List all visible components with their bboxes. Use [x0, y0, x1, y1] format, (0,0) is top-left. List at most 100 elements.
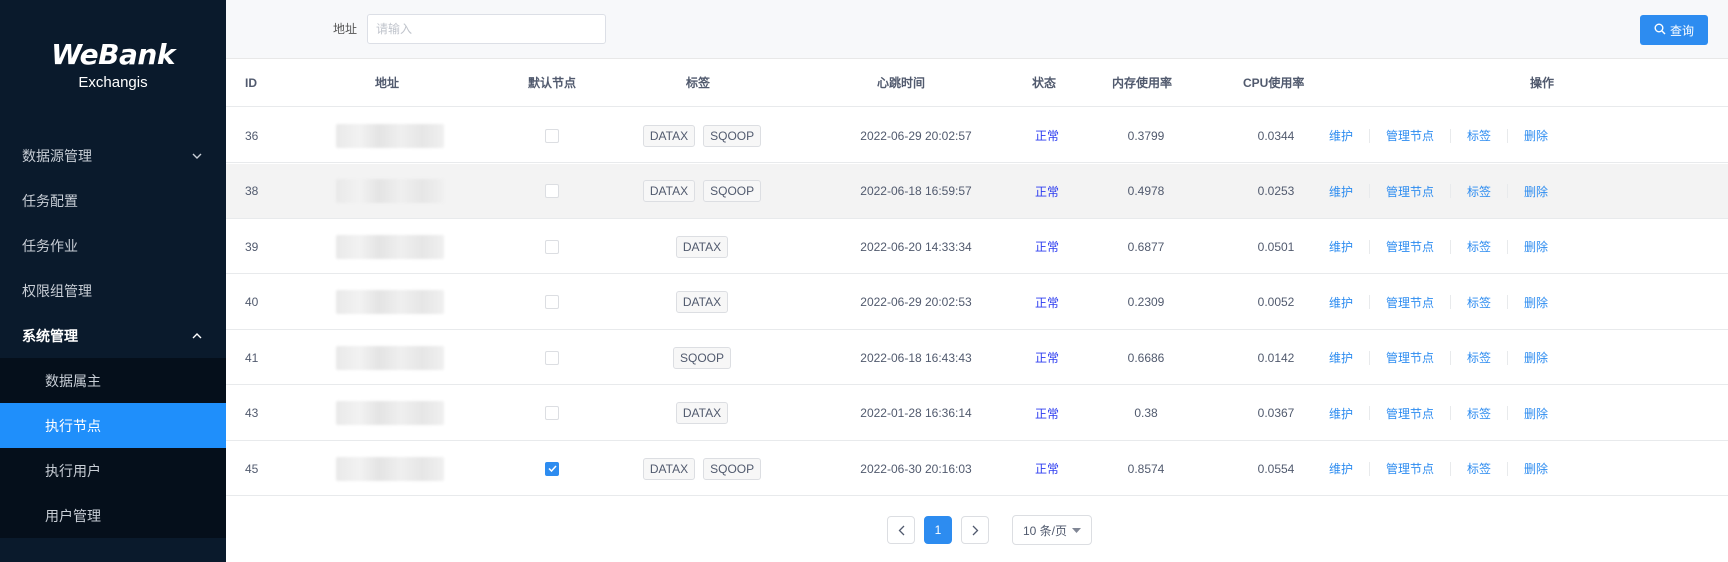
sidebar-item-exec-users[interactable]: 执行用户: [0, 448, 226, 493]
manage-node-link[interactable]: 管理节点: [1386, 238, 1434, 255]
cell-tags: DATAX: [622, 386, 782, 441]
maintain-link[interactable]: 维护: [1329, 238, 1353, 255]
delete-link[interactable]: 删除: [1524, 294, 1548, 311]
action-divider: [1450, 128, 1452, 143]
sidebar-item-task-config[interactable]: 任务配置: [0, 178, 226, 223]
cell-default-node: [532, 219, 572, 274]
maintain-link[interactable]: 维护: [1329, 405, 1353, 422]
tag-link[interactable]: 标签: [1467, 349, 1491, 366]
action-divider: [1450, 406, 1452, 420]
cell-id: 36: [245, 128, 259, 143]
manage-node-link[interactable]: 管理节点: [1386, 183, 1434, 200]
cell-status: 正常: [1022, 330, 1072, 385]
page-button-1[interactable]: 1: [924, 516, 952, 544]
sidebar-item-system[interactable]: 系统管理: [0, 313, 226, 358]
tag-badge: SQOOP: [672, 346, 731, 369]
tag-link[interactable]: 标签: [1467, 238, 1491, 255]
prev-page-button[interactable]: [887, 516, 915, 544]
delete-link[interactable]: 删除: [1524, 183, 1548, 200]
sidebar-item-user-management[interactable]: 用户管理: [0, 493, 226, 538]
default-node-checkbox[interactable]: [545, 350, 559, 365]
cell-status: 正常: [1022, 275, 1072, 330]
delete-link[interactable]: 删除: [1524, 349, 1548, 366]
cell-id: 41: [245, 350, 259, 365]
cell-default-node: [532, 441, 572, 496]
cell-tags: DATAX SQOOP: [622, 108, 782, 163]
default-node-checkbox[interactable]: [545, 461, 559, 476]
address-redacted: [336, 456, 444, 481]
tag-link[interactable]: 标签: [1467, 405, 1491, 422]
cell-memory: 0.3799: [1127, 128, 1165, 143]
address-search-input[interactable]: [367, 14, 606, 44]
cell-address: [336, 275, 444, 330]
cell-status: 正常: [1022, 219, 1072, 274]
page-size-select[interactable]: 10 条/页: [1012, 515, 1092, 545]
status-badge: 正常: [1034, 129, 1059, 143]
tag-badge: DATAX: [675, 291, 729, 313]
cell-status: 正常: [1022, 441, 1072, 496]
delete-link[interactable]: 删除: [1524, 460, 1548, 477]
cell-default-node: [532, 164, 572, 219]
default-node-checkbox[interactable]: [545, 184, 559, 198]
table-header: ID 地址 默认节点 标签 心跳时间 状态 内存使用率 CPU使用率 操作: [226, 59, 1728, 107]
chevron-up-icon: [190, 329, 204, 343]
cell-heartbeat: 2022-06-20 14:33:34: [860, 239, 972, 254]
cell-actions: 维护 管理节点 标签 删除: [1329, 164, 1548, 219]
sidebar-item-data-owner[interactable]: 数据属主: [0, 358, 226, 403]
address-label: 地址: [333, 22, 358, 36]
maintain-link[interactable]: 维护: [1329, 349, 1353, 366]
cell-address: [336, 108, 444, 163]
action-divider: [1507, 350, 1509, 365]
sidebar-item-permission-groups[interactable]: 权限组管理: [0, 268, 226, 313]
tag-link[interactable]: 标签: [1467, 183, 1491, 200]
tag-link[interactable]: 标签: [1467, 460, 1491, 477]
sidebar-item-label: 数据源管理: [22, 147, 92, 164]
default-node-checkbox[interactable]: [545, 406, 559, 420]
maintain-link[interactable]: 维护: [1329, 127, 1353, 144]
search-bar: 地址 查询: [226, 0, 1728, 59]
cell-actions: 维护 管理节点 标签 删除: [1329, 108, 1548, 163]
delete-link[interactable]: 删除: [1524, 127, 1548, 144]
delete-link[interactable]: 删除: [1524, 238, 1548, 255]
sidebar-item-datasource[interactable]: 数据源管理: [0, 133, 226, 178]
sidebar-item-exec-nodes[interactable]: 执行节点: [0, 403, 226, 448]
default-node-checkbox[interactable]: [545, 295, 559, 309]
cell-cpu: 0.0344: [1257, 128, 1295, 143]
tag-link[interactable]: 标签: [1467, 294, 1491, 311]
status-badge: 正常: [1034, 406, 1059, 421]
action-divider: [1369, 184, 1371, 198]
manage-node-link[interactable]: 管理节点: [1386, 127, 1434, 144]
manage-node-link[interactable]: 管理节点: [1386, 405, 1434, 422]
action-divider: [1369, 295, 1371, 309]
cell-heartbeat: 2022-06-29 20:02:53: [860, 295, 972, 309]
maintain-link[interactable]: 维护: [1329, 183, 1353, 200]
manage-node-link[interactable]: 管理节点: [1386, 349, 1434, 366]
default-node-checkbox[interactable]: [545, 128, 559, 143]
sidebar-item-task-jobs[interactable]: 任务作业: [0, 223, 226, 268]
action-divider: [1450, 295, 1452, 309]
cell-cpu: 0.0253: [1257, 184, 1295, 198]
maintain-link[interactable]: 维护: [1329, 294, 1353, 311]
header-cpu: CPU使用率: [1243, 76, 1305, 90]
page-size-label: 10 条/页: [1023, 523, 1068, 538]
delete-link[interactable]: 删除: [1524, 405, 1548, 422]
manage-node-link[interactable]: 管理节点: [1386, 460, 1434, 477]
sidebar-item-label: 任务作业: [22, 237, 78, 254]
cell-memory: 0.2309: [1127, 295, 1165, 309]
system-submenu: 数据属主 执行节点 执行用户 用户管理: [0, 358, 226, 538]
check-icon: [547, 465, 557, 472]
nodes-table: ID 地址 默认节点 标签 心跳时间 状态 内存使用率 CPU使用率 操作 36…: [226, 59, 1728, 496]
cell-memory: 0.6686: [1127, 350, 1165, 365]
manage-node-link[interactable]: 管理节点: [1386, 294, 1434, 311]
default-node-checkbox[interactable]: [545, 239, 559, 254]
address-redacted: [336, 345, 444, 370]
search-button[interactable]: 查询: [1640, 15, 1708, 45]
maintain-link[interactable]: 维护: [1329, 460, 1353, 477]
cell-tags: DATAX SQOOP: [622, 441, 782, 496]
action-divider: [1507, 406, 1509, 420]
tag-link[interactable]: 标签: [1467, 127, 1491, 144]
next-page-button[interactable]: [961, 516, 989, 544]
address-redacted: [336, 234, 444, 259]
pagination: 1 10 条/页: [887, 515, 1092, 545]
table-row: 40 DATAX 2022-06-29 20:02:53 正常 0.2309 0.0052…: [226, 274, 1728, 330]
